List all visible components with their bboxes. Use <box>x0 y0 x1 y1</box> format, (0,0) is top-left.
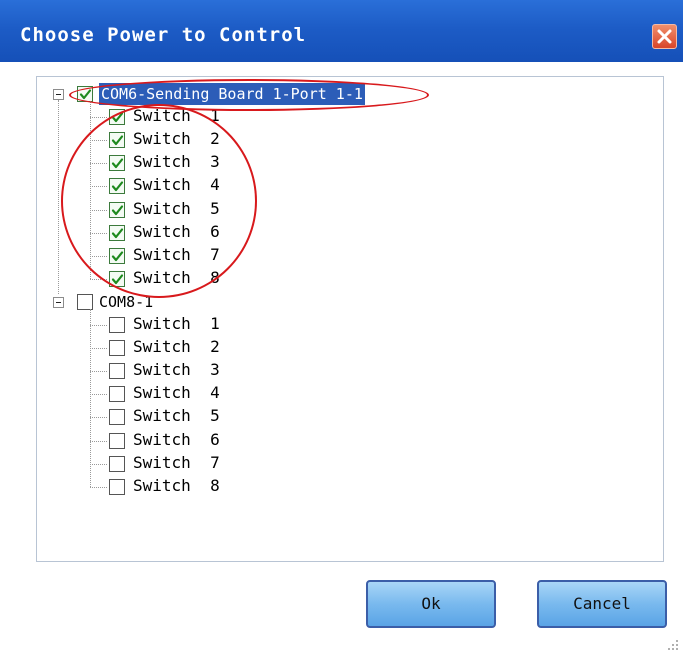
switch-label: Switch 1 <box>133 314 220 333</box>
resize-grip-icon[interactable] <box>662 636 680 654</box>
tree-connector <box>90 371 107 373</box>
tree-connector <box>90 463 107 465</box>
switch-label: Switch 3 <box>133 360 220 380</box>
close-icon <box>657 29 672 44</box>
tree-connector <box>90 117 107 119</box>
switch-label: Switch 2 <box>133 337 220 357</box>
minus-expander-icon[interactable] <box>53 296 64 308</box>
annotation-ellipse <box>69 79 429 111</box>
switch-checkbox[interactable] <box>109 317 125 333</box>
tree-connector <box>90 394 107 396</box>
cancel-button[interactable]: Cancel <box>537 580 667 628</box>
switch-label: Switch 7 <box>133 452 220 472</box>
tree-connector <box>58 100 59 294</box>
minus-expander-icon[interactable] <box>53 89 64 100</box>
switch-checkbox[interactable] <box>109 340 125 357</box>
switch-label: Switch 4 <box>133 383 220 403</box>
annotation-ellipse <box>61 104 257 298</box>
switch-checkbox[interactable] <box>109 386 125 403</box>
tree-connector <box>90 308 91 487</box>
switch-checkbox[interactable] <box>109 409 125 426</box>
tree-connector <box>90 486 107 488</box>
ok-button[interactable]: Ok <box>366 580 496 628</box>
switch-label: Switch 8 <box>133 475 220 495</box>
dialog-body: COM6-Sending Board 1-Port 1-1 Switch 1 Swi… <box>0 62 683 658</box>
group-checkbox[interactable] <box>77 293 93 310</box>
tree-connector <box>90 325 107 326</box>
tree-connector <box>90 440 107 442</box>
switch-checkbox[interactable] <box>109 478 125 495</box>
switch-checkbox[interactable] <box>109 455 125 472</box>
close-button[interactable] <box>652 24 677 49</box>
title-bar: Choose Power to Control <box>0 0 683 62</box>
dialog-title: Choose Power to Control <box>20 24 307 46</box>
dialog-window: Choose Power to Control COM6-Sending Boa… <box>0 0 683 658</box>
tree-connector <box>90 348 107 350</box>
switch-checkbox[interactable] <box>109 363 125 380</box>
switch-label: Switch 5 <box>133 406 220 426</box>
power-tree[interactable]: COM6-Sending Board 1-Port 1-1 Switch 1 Swi… <box>36 76 664 562</box>
switch-label: Switch 6 <box>133 429 220 449</box>
tree-connector <box>90 417 107 419</box>
switch-checkbox[interactable] <box>109 432 125 449</box>
